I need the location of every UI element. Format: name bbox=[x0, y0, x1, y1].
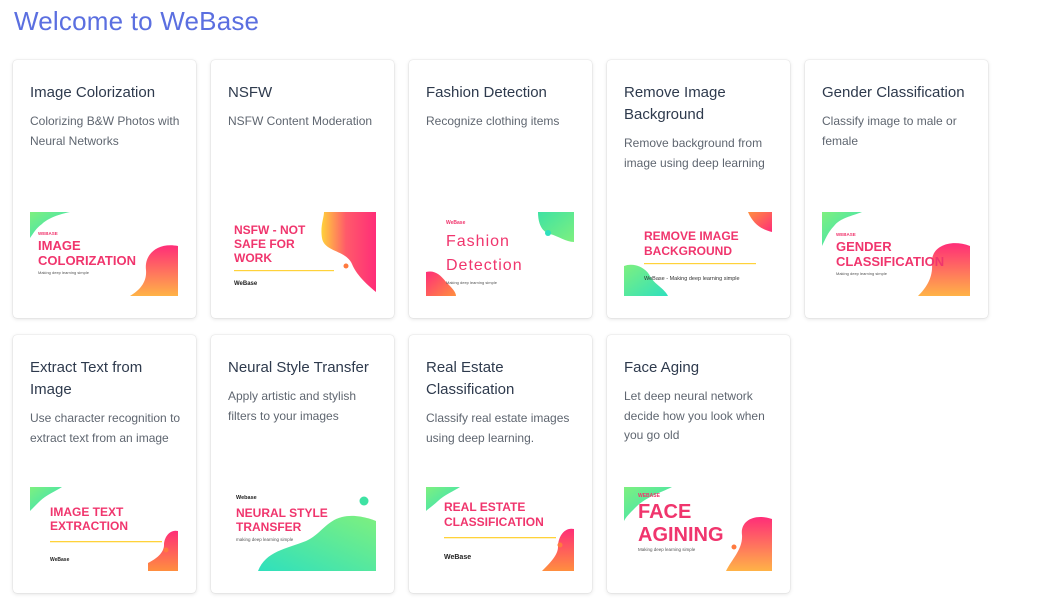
card-description: Let deep neural network decide how you l… bbox=[624, 389, 765, 442]
card-thumbnail: WEBASE GENDER CLASSIFICATION Making deep… bbox=[822, 212, 970, 296]
thumb-line3: WORK bbox=[234, 251, 272, 265]
card-thumbnail: IMAGE TEXT EXTRACTION WeBase bbox=[30, 487, 178, 571]
thumb-line2: TRANSFER bbox=[236, 520, 302, 534]
app-card-fashion-detection[interactable]: Fashion Detection Recognize clothing ite… bbox=[409, 60, 592, 318]
thumb-brand: WEBASE bbox=[638, 493, 661, 499]
card-thumbnail: WeBase Fashion Detection Making deep lea… bbox=[426, 212, 574, 296]
thumb-line2: CLASSIFICATION bbox=[836, 254, 944, 269]
app-card-extract-text[interactable]: Extract Text from Image Use character re… bbox=[13, 335, 196, 593]
thumb-line1: NSFW - NOT bbox=[234, 223, 306, 237]
thumb-brand: WeBase bbox=[446, 220, 466, 226]
card-thumbnail: Webase NEURAL STYLE TRANSFER making deep… bbox=[228, 487, 376, 571]
thumb-line1: GENDER bbox=[836, 239, 892, 254]
thumb-brand: WeBase bbox=[234, 281, 258, 287]
thumb-tagline: Making deep learning simple bbox=[638, 547, 696, 552]
thumb-brand: WeBase bbox=[444, 554, 471, 561]
thumb-tagline: Making deep learning simple bbox=[38, 270, 90, 275]
thumb-line2: AGINING bbox=[638, 524, 724, 546]
thumb-tagline: Making deep learning simple bbox=[446, 280, 498, 285]
thumb-line1: REMOVE IMAGE bbox=[644, 229, 739, 243]
card-description: Classify image to male or female bbox=[822, 114, 957, 148]
card-description: Classify real estate images using deep l… bbox=[426, 411, 570, 445]
thumb-line1: IMAGE TEXT bbox=[50, 505, 124, 519]
thumb-line1: IMAGE bbox=[38, 238, 81, 253]
card-description: Recognize clothing items bbox=[426, 114, 560, 128]
thumb-line2: COLORIZATION bbox=[38, 253, 136, 268]
app-card-neural-style-transfer[interactable]: Neural Style Transfer Apply artistic and… bbox=[211, 335, 394, 593]
card-title: Real Estate Classification bbox=[426, 359, 515, 398]
card-title: Remove Image Background bbox=[624, 84, 726, 123]
thumb-tagline: making deep learning simple bbox=[236, 537, 294, 542]
card-description: Use character recognition to extract tex… bbox=[30, 411, 181, 445]
app-card-grid: Image Colorization Colorizing B&W Photos… bbox=[13, 60, 988, 593]
app-card-gender-classification[interactable]: Gender Classification Classify image to … bbox=[805, 60, 988, 318]
card-description: NSFW Content Moderation bbox=[228, 114, 373, 128]
app-card-remove-image-background[interactable]: Remove Image Background Remove backgroun… bbox=[607, 60, 790, 318]
thumb-tagline: WeBase - Making deep learning simple bbox=[644, 276, 740, 282]
thumb-line2: CLASSIFICATION bbox=[444, 515, 544, 529]
card-description: Colorizing B&W Photos with Neural Networ… bbox=[30, 114, 180, 148]
card-title: NSFW bbox=[228, 84, 273, 101]
thumb-line2: BACKGROUND bbox=[644, 244, 732, 258]
thumb-brand: Webase bbox=[236, 495, 257, 501]
card-description: Apply artistic and stylish filters to yo… bbox=[228, 389, 357, 423]
thumb-brand: WEBASE bbox=[38, 231, 58, 236]
app-card-nsfw[interactable]: NSFW NSFW Content Moderation NSFW - NOT … bbox=[211, 60, 394, 318]
card-title: Gender Classification bbox=[822, 84, 965, 101]
card-thumbnail: NSFW - NOT SAFE FOR WORK WeBase bbox=[228, 212, 376, 296]
card-thumbnail: WEBASE FACE AGINING Making deep learning… bbox=[624, 487, 772, 571]
thumb-line1: REAL ESTATE bbox=[444, 500, 525, 514]
app-card-real-estate-classification[interactable]: Real Estate Classification Classify real… bbox=[409, 335, 592, 593]
thumb-brand: WeBase bbox=[50, 557, 70, 563]
card-thumbnail: REAL ESTATE CLASSIFICATION WeBase bbox=[426, 487, 574, 571]
card-title: Fashion Detection bbox=[426, 84, 547, 101]
thumb-line2: Detection bbox=[446, 257, 523, 274]
card-title: Neural Style Transfer bbox=[228, 359, 369, 376]
thumb-line1: FACE bbox=[638, 501, 691, 523]
card-thumbnail: REMOVE IMAGE BACKGROUND WeBase - Making … bbox=[624, 212, 772, 296]
app-card-face-aging[interactable]: Face Aging Let deep neural network decid… bbox=[607, 335, 790, 593]
thumb-line1: Fashion bbox=[446, 233, 510, 250]
thumb-line2: SAFE FOR bbox=[234, 237, 295, 251]
thumb-tagline: Making deep learning simple bbox=[836, 271, 888, 276]
card-title: Extract Text from Image bbox=[30, 359, 143, 398]
card-thumbnail: WEBASE IMAGE COLORIZATION Making deep le… bbox=[30, 212, 178, 296]
thumb-line2: EXTRACTION bbox=[50, 519, 128, 533]
card-title: Face Aging bbox=[624, 359, 700, 376]
thumb-brand: WEBASE bbox=[836, 232, 856, 237]
card-title: Image Colorization bbox=[30, 84, 156, 101]
card-description: Remove background from image using deep … bbox=[624, 136, 765, 170]
page-title: Welcome to WeBase bbox=[14, 6, 260, 36]
thumb-line1: NEURAL STYLE bbox=[236, 506, 328, 520]
app-card-image-colorization[interactable]: Image Colorization Colorizing B&W Photos… bbox=[13, 60, 196, 318]
